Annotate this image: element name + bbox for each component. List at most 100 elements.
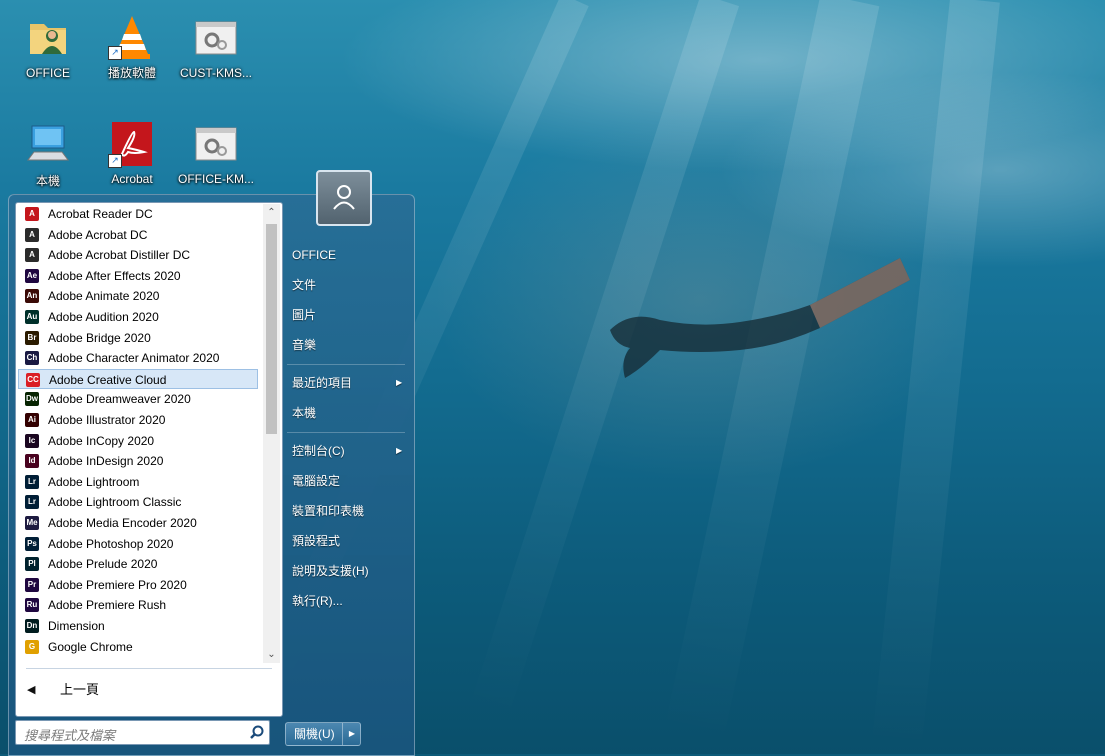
settings-file-icon (194, 16, 238, 60)
shortcut-arrow-icon: ↗ (108, 154, 122, 168)
desktop-icon-office-kms[interactable]: OFFICE-KM... (176, 122, 256, 186)
start-place-item[interactable]: 圖片 (284, 302, 408, 328)
program-icon: Id (25, 454, 39, 469)
program-icon: An (25, 289, 39, 304)
user-icon (333, 185, 355, 210)
start-place-item[interactable]: 說明及支援(H) (284, 558, 408, 584)
search-input[interactable]: 搜尋程式及檔案 (15, 720, 270, 745)
start-place-label: 執行(R)... (292, 594, 343, 608)
program-icon: Lr (25, 495, 39, 510)
scroll-thumb[interactable] (266, 224, 277, 434)
program-item[interactable]: Me Adobe Media Encoder 2020 (18, 513, 258, 533)
program-icon: Me (25, 516, 39, 530)
program-item[interactable]: Pl Adobe Prelude 2020 (18, 554, 258, 574)
shutdown-button[interactable]: 關機(U) ▶ (285, 722, 361, 746)
program-item[interactable]: G Google Chrome (18, 637, 258, 657)
start-place-item[interactable]: 控制台(C) ▶ (284, 438, 408, 464)
start-place-item[interactable]: 本機 (284, 400, 408, 426)
start-place-item[interactable]: 文件 (284, 272, 408, 298)
program-label: Adobe Audition 2020 (48, 310, 159, 324)
program-icon: Pr (25, 577, 39, 592)
start-place-label: 裝置和印表機 (292, 504, 365, 518)
start-place-item[interactable]: 最近的項目 ▶ (284, 370, 408, 396)
user-account-tile[interactable] (316, 170, 372, 226)
shutdown-label: 關機(U) (294, 727, 335, 741)
start-place-item[interactable]: 執行(R)... (284, 588, 408, 614)
program-item[interactable]: Au Adobe Audition 2020 (18, 307, 258, 327)
program-list-panel: A Acrobat Reader DC A Adobe Acrobat DC A Adob… (15, 202, 283, 717)
desktop-icon-this-pc[interactable]: 本機 (8, 122, 88, 189)
program-item[interactable]: CC Adobe Creative Cloud (18, 368, 258, 389)
program-item[interactable]: Dn Dimension (18, 616, 258, 636)
program-icon: Ru (25, 598, 39, 613)
start-place-item[interactable]: OFFICE (284, 242, 408, 268)
program-label: Adobe Lightroom (48, 474, 140, 489)
program-icon: A (25, 227, 39, 242)
program-icon: Ic (25, 433, 39, 448)
program-item[interactable]: Lr Adobe Lightroom Classic (18, 492, 258, 512)
program-item[interactable]: Ch Adobe Character Animator 2020 (18, 348, 258, 368)
search-icon[interactable] (250, 725, 264, 739)
program-label: Adobe Character Animator 2020 (48, 351, 220, 366)
program-item[interactable]: An Adobe Animate 2020 (18, 286, 258, 306)
program-icon: A (25, 248, 39, 263)
program-label: Adobe Premiere Pro 2020 (48, 577, 187, 592)
program-label: Adobe Prelude 2020 (48, 557, 158, 572)
program-item[interactable]: A Acrobat Reader DC (18, 204, 258, 224)
desktop-icon-label: OFFICE-KM... (178, 172, 254, 186)
program-label: Adobe Lightroom Classic (48, 495, 182, 510)
program-item[interactable]: Ai Adobe Illustrator 2020 (18, 410, 258, 430)
program-icon: Ps (25, 536, 39, 551)
desktop-icon-label: Acrobat (111, 172, 153, 186)
program-item[interactable]: Ru Adobe Premiere Rush (18, 595, 258, 615)
program-item[interactable]: Pr Adobe Premiere Pro 2020 (18, 575, 258, 595)
submenu-arrow-icon: ▶ (396, 378, 403, 387)
start-place-item[interactable]: 電腦設定 (284, 468, 408, 494)
program-icon: Au (25, 310, 39, 324)
program-label: Dimension (48, 619, 105, 633)
program-label: Adobe Dreamweaver 2020 (48, 392, 191, 407)
back-button[interactable]: ◀ 上一頁 (16, 677, 280, 703)
start-place-label: 音樂 (292, 338, 317, 352)
program-item[interactable]: Id Adobe InDesign 2020 (18, 451, 258, 471)
program-icon: Pl (25, 557, 39, 572)
scroll-down-icon[interactable]: ⌄ (263, 646, 280, 663)
back-arrow-icon: ◀ (27, 684, 36, 696)
program-item[interactable]: A Adobe Acrobat DC (18, 225, 258, 245)
program-item[interactable]: Ps Adobe Photoshop 2020 (18, 534, 258, 554)
shutdown-options-icon[interactable]: ▶ (342, 723, 361, 745)
computer-icon (26, 122, 70, 166)
start-place-item[interactable]: 預設程式 (284, 528, 408, 554)
acrobat-reader-icon: ↗ (108, 122, 154, 168)
program-icon: G (25, 639, 39, 654)
start-place-item[interactable]: 音樂 (284, 332, 408, 358)
program-item[interactable]: Ic Adobe InCopy 2020 (18, 431, 258, 451)
scroll-up-icon[interactable]: ⌃ (263, 204, 280, 221)
start-place-label: 圖片 (292, 308, 317, 322)
desktop-icon-acrobat[interactable]: ↗ Acrobat (92, 122, 172, 186)
submenu-arrow-icon: ▶ (396, 446, 403, 455)
program-label: Adobe Bridge 2020 (48, 330, 151, 345)
vlc-icon: ↗ (108, 14, 154, 60)
search-placeholder: 搜尋程式及檔案 (24, 729, 116, 744)
program-label: Adobe InCopy 2020 (48, 433, 155, 448)
program-item[interactable]: Br Adobe Bridge 2020 (18, 328, 258, 348)
start-place-label: 說明及支援(H) (292, 564, 369, 578)
start-place-label: 本機 (292, 406, 317, 420)
start-menu: A Acrobat Reader DC A Adobe Acrobat DC A Adob… (8, 170, 415, 756)
start-place-label: OFFICE (292, 248, 336, 262)
desktop-icon-office[interactable]: OFFICE (8, 16, 88, 80)
desktop-icon-cust-kms[interactable]: CUST-KMS... (176, 16, 256, 80)
program-item[interactable]: Dw Adobe Dreamweaver 2020 (18, 389, 258, 409)
settings-file-icon (194, 122, 238, 166)
desktop-icon-label: OFFICE (26, 66, 70, 80)
program-label: Adobe Illustrator 2020 (48, 413, 166, 427)
program-item[interactable]: Lr Adobe Lightroom (18, 472, 258, 492)
program-item[interactable]: Ae Adobe After Effects 2020 (18, 266, 258, 286)
desktop-icon-label: CUST-KMS... (179, 66, 252, 80)
program-list-scrollbar[interactable]: ⌃ ⌄ (263, 204, 280, 663)
start-place-item[interactable]: 裝置和印表機 (284, 498, 408, 524)
program-item[interactable]: A Adobe Acrobat Distiller DC (18, 245, 258, 265)
freediver-silhouette (610, 258, 910, 378)
desktop-icon-player[interactable]: ↗ 播放軟體 (92, 14, 172, 81)
